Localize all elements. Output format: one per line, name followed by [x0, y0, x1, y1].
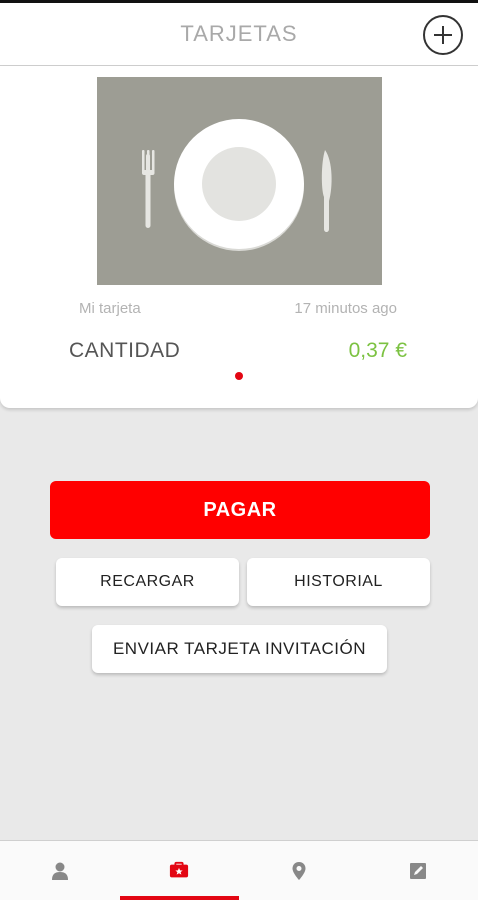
- user-icon: [51, 862, 68, 880]
- app-header: TARJETAS: [0, 0, 478, 66]
- recharge-button[interactable]: RECARGAR: [56, 558, 239, 606]
- edit-note-icon: [410, 862, 427, 879]
- amount-label: CANTIDAD: [69, 339, 181, 362]
- add-card-button[interactable]: [423, 15, 463, 55]
- nav-item-notes[interactable]: [359, 841, 478, 900]
- plus-icon: [434, 26, 452, 44]
- card-name: Mi tarjeta: [79, 300, 141, 317]
- plate-cutlery-icon: [142, 119, 332, 251]
- card-image: [97, 77, 382, 285]
- location-pin-icon: [292, 861, 306, 880]
- nav-item-cards[interactable]: [119, 841, 240, 900]
- nav-item-locations[interactable]: [239, 841, 359, 900]
- nav-item-profile[interactable]: [0, 841, 120, 900]
- page-indicator-dot: [235, 372, 243, 380]
- card-panel[interactable]: Mi tarjeta 17 minutos ago CANTIDAD 0,37 …: [0, 66, 478, 408]
- send-invitation-card-button[interactable]: ENVIAR TARJETA INVITACIÓN: [92, 625, 387, 673]
- history-button[interactable]: HISTORIAL: [247, 558, 430, 606]
- amount-value: 0,37 €: [348, 339, 407, 362]
- bottom-nav: [0, 840, 478, 900]
- card-timestamp: 17 minutos ago: [294, 300, 397, 317]
- page-title: TARJETAS: [180, 21, 298, 46]
- card-icon: [170, 861, 189, 877]
- pay-button[interactable]: PAGAR: [50, 481, 430, 539]
